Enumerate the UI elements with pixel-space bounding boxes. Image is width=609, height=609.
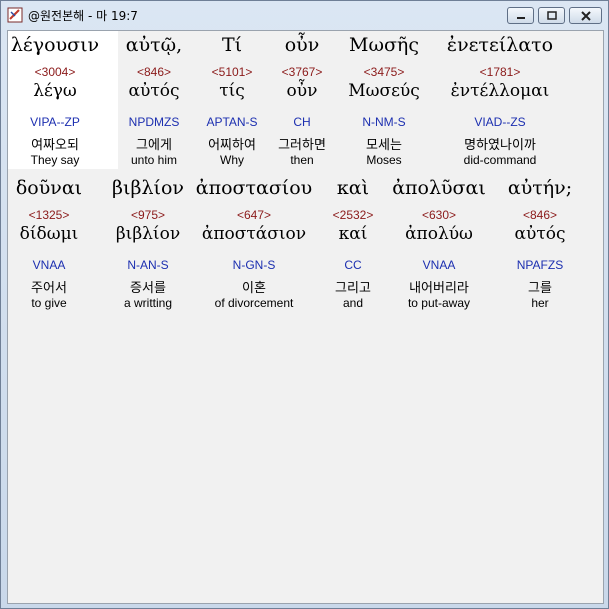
word-lemma: βιβλίον [115, 224, 181, 244]
maximize-icon [546, 11, 557, 20]
close-icon [580, 10, 591, 21]
word-english: did-command [463, 153, 537, 167]
window-title: @원전본해 - 마 19:7 [28, 9, 138, 23]
app-icon [7, 7, 23, 23]
word-number: <3475> [363, 65, 405, 79]
word-lemma: ἐντέλλομαι [450, 81, 550, 101]
word-lemma: Μωσεύς [348, 81, 420, 101]
word-greek: ἐνετείλατο [446, 34, 554, 56]
word-english: Moses [366, 153, 402, 167]
maximize-button[interactable] [538, 7, 565, 24]
word-greek: αὐτήν; [507, 177, 573, 199]
word-code: NPAFZS [516, 258, 564, 272]
word-greek: βιβλίον [112, 177, 184, 199]
word-code: N-AN-S [127, 258, 169, 272]
title-bar[interactable]: @원전본해 - 마 19:7 [1, 1, 608, 29]
word-number: <1781> [479, 65, 521, 79]
interlinear-view[interactable]: λέγουσιν <3004> λέγω VIPA--ZP 여짜오되 They say αὐ… [7, 30, 604, 604]
word-english: her [531, 296, 549, 310]
word-number: <975> [130, 208, 166, 222]
word-korean: 그를 [528, 281, 552, 296]
word-code: VIAD--ZS [474, 115, 526, 129]
minimize-icon [516, 16, 525, 19]
word-korean: 모세는 [366, 138, 402, 153]
word-greek: Μωσῆς [349, 34, 419, 56]
word-korean: 명하였나이까 [464, 138, 536, 153]
word-english: a writting [123, 296, 173, 310]
minimize-button[interactable] [507, 7, 534, 24]
word-number: <846> [522, 208, 558, 222]
app-window: @원전본해 - 마 19:7 λέγουσιν <3004> λέγω VIPA--Z… [0, 0, 609, 609]
close-button[interactable] [569, 7, 602, 24]
word-code: N-NM-S [362, 115, 406, 129]
word-korean: 증서를 [130, 281, 166, 296]
word-lemma: αὐτός [514, 224, 566, 244]
